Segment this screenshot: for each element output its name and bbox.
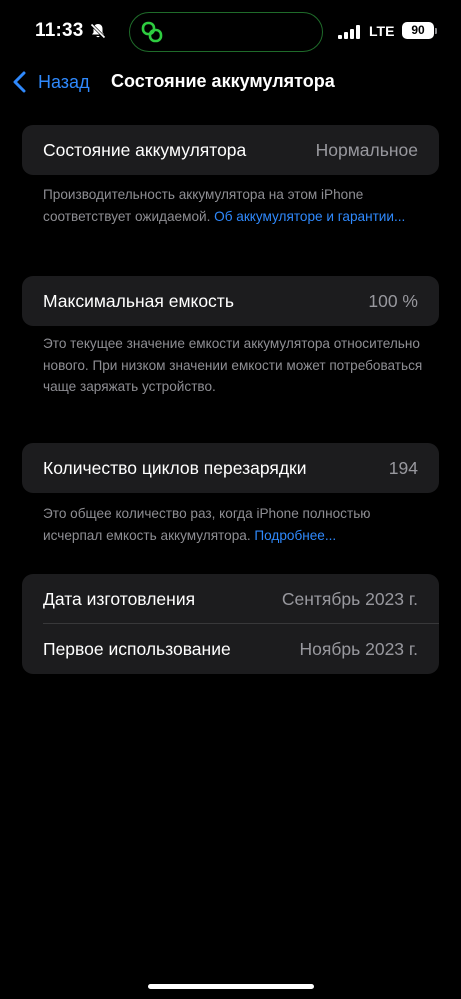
back-label: Назад — [38, 71, 90, 92]
max-capacity-label: Максимальная емкость — [43, 290, 234, 311]
first-use-row: Первое использование Ноябрь 2023 г. — [22, 624, 439, 674]
link-rings-icon — [141, 21, 163, 43]
back-button[interactable]: Назад — [12, 70, 90, 94]
battery-health-value: Нормальное — [315, 139, 418, 160]
cycle-count-row: Количество циклов перезарядки 194 — [22, 443, 439, 493]
max-capacity-footer: Это текущее значение емкости аккумулятор… — [43, 333, 423, 398]
home-indicator[interactable] — [148, 984, 314, 989]
first-use-value: Ноябрь 2023 г. — [299, 638, 418, 659]
dynamic-island[interactable] — [129, 12, 323, 52]
manufacture-date-value: Сентябрь 2023 г. — [281, 588, 418, 609]
dates-group: Дата изготовления Сентябрь 2023 г. Перво… — [22, 574, 439, 674]
status-time: 11:33 — [35, 20, 84, 41]
battery-warranty-link[interactable]: Об аккумуляторе и гарантии... — [214, 209, 405, 224]
cycle-count-label: Количество циклов перезарядки — [43, 457, 307, 478]
battery-health-row: Состояние аккумулятора Нормальное — [22, 125, 439, 175]
cycle-count-value: 194 — [388, 457, 418, 478]
cycle-count-footer: Это общее количество раз, когда iPhone п… — [43, 503, 423, 546]
battery-icon: 90 — [402, 22, 434, 39]
max-capacity-value: 100 % — [368, 290, 418, 311]
manufacture-date-row: Дата изготовления Сентябрь 2023 г. — [22, 574, 439, 624]
max-capacity-row: Максимальная емкость 100 % — [22, 276, 439, 326]
battery-health-label: Состояние аккумулятора — [43, 139, 247, 160]
max-capacity-footer-text: Это текущее значение емкости аккумулятор… — [43, 336, 423, 394]
max-capacity-group: Максимальная емкость 100 % — [22, 276, 439, 326]
network-type: LTE — [369, 23, 395, 39]
cycle-count-group: Количество циклов перезарядки 194 — [22, 443, 439, 493]
battery-health-group: Состояние аккумулятора Нормальное — [22, 125, 439, 175]
battery-health-footer: Производительность аккумулятора на этом … — [43, 184, 423, 227]
battery-nub — [435, 28, 437, 34]
page-title: Состояние аккумулятора — [111, 71, 335, 91]
chevron-left-icon — [13, 71, 26, 93]
learn-more-link[interactable]: Подробнее... — [254, 528, 336, 543]
manufacture-date-label: Дата изготовления — [43, 588, 196, 609]
status-bar: 11:33 LTE 90 — [0, 0, 461, 64]
navigation-bar: Назад Состояние аккумулятора — [0, 62, 461, 102]
signal-icon — [338, 25, 360, 39]
bell-slash-icon — [90, 23, 106, 39]
screen: 11:33 LTE 90 Назад Состояние аккумулятор… — [0, 0, 461, 999]
first-use-label: Первое использование — [43, 638, 231, 659]
